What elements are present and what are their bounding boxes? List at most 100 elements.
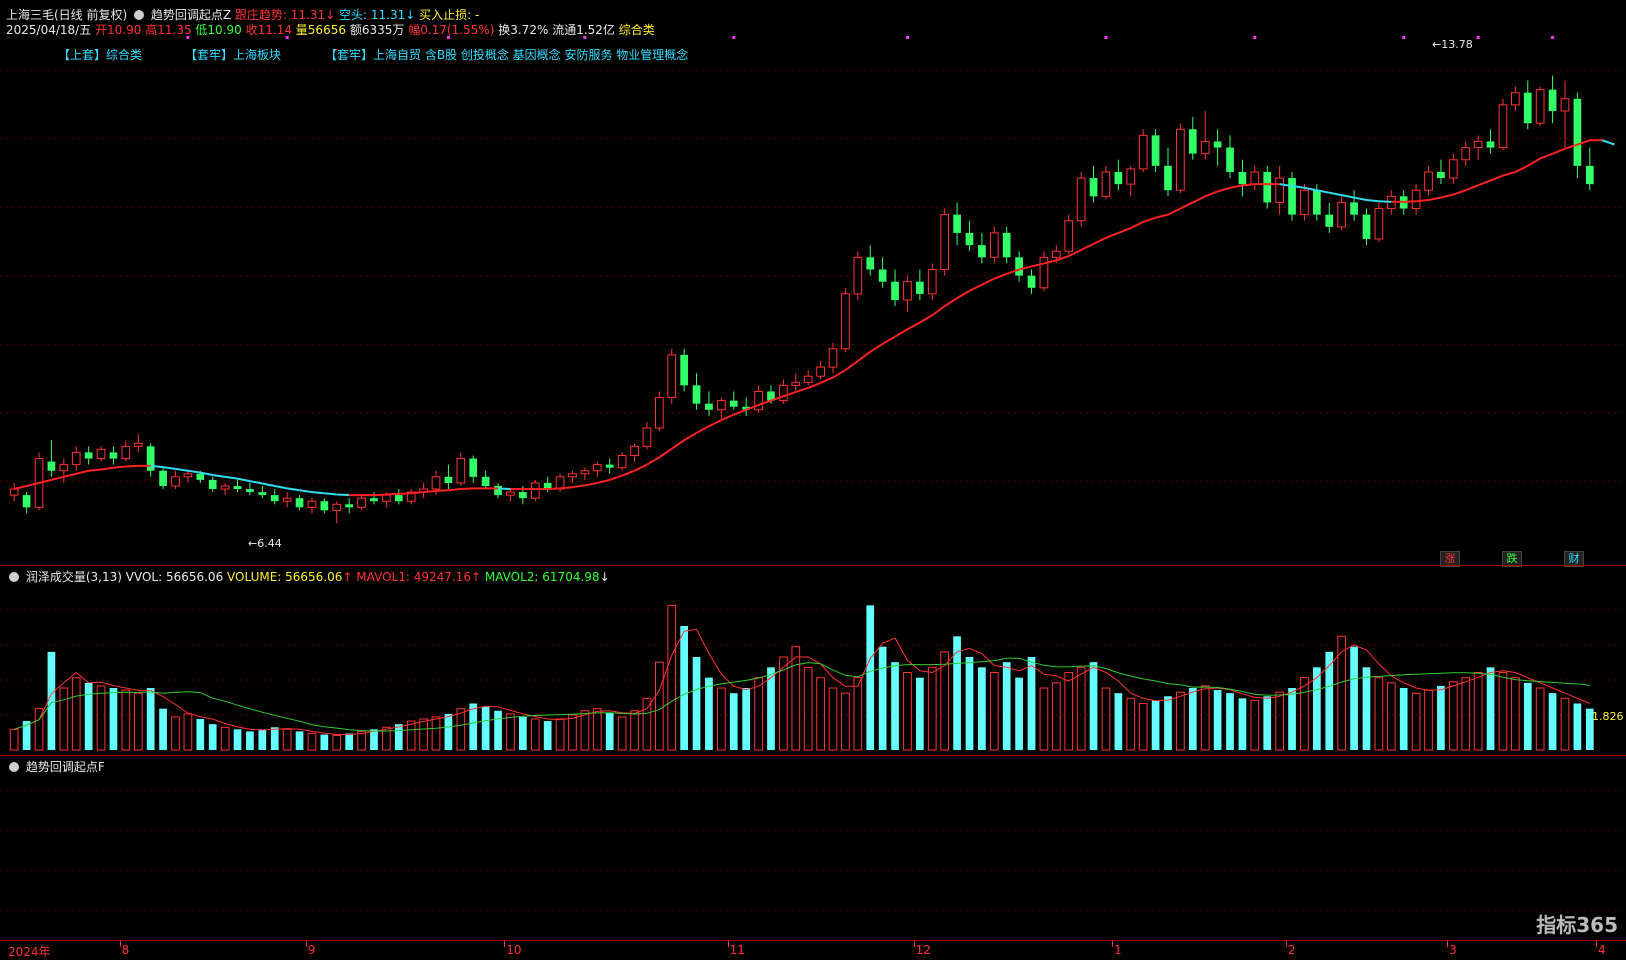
candle-body (1027, 275, 1036, 288)
candle-body (605, 464, 614, 468)
candle-body (654, 397, 664, 429)
candle-body (1560, 98, 1570, 112)
axis-month-label: 3 (1449, 943, 1457, 957)
panel-settings-icon[interactable] (9, 762, 19, 772)
volume-bar (506, 713, 515, 751)
ma-line-segment (175, 467, 189, 472)
candle-body (1585, 165, 1594, 185)
volume-bar (1238, 698, 1247, 750)
ma-line-segment (1080, 243, 1094, 251)
candle-body (456, 458, 466, 484)
ma-line-segment (1353, 196, 1367, 201)
candle-body (469, 458, 478, 477)
candle-body (9, 488, 19, 496)
arrow-down-icon: ↓ (405, 8, 416, 22)
volume-bar (345, 733, 354, 750)
ma-line-segment (1453, 189, 1467, 196)
candle-body (1300, 189, 1309, 216)
ma-line-segment (584, 481, 598, 487)
indicator-name[interactable]: 趋势回调起点Z (151, 8, 231, 22)
volume-bar (295, 731, 304, 750)
volume-bar (1200, 685, 1210, 751)
candle-body (345, 504, 354, 508)
ma-line-segment (844, 360, 859, 371)
stop-loss-label: 买入止损: - (419, 8, 480, 22)
axis-month-label: 10 (506, 943, 522, 957)
volume-chart[interactable] (0, 585, 1626, 755)
volume-bar (1263, 696, 1272, 750)
ma-line-segment (212, 474, 226, 478)
candle-body (1362, 214, 1371, 240)
volume-bar (667, 604, 677, 751)
candle-body (246, 489, 254, 493)
third-indicator-name[interactable]: 趋势回调起点F (26, 760, 105, 774)
ma-line-segment (634, 463, 648, 472)
ma-line-segment (237, 477, 251, 483)
candle-body (853, 256, 863, 295)
candle-body (220, 485, 230, 490)
volume-bar (1548, 693, 1557, 750)
candle-body (680, 354, 688, 386)
candle-body (1461, 147, 1471, 161)
volume-bar (927, 666, 937, 751)
volume-bar (1039, 687, 1049, 751)
volume-bar (71, 677, 81, 751)
axis-tick (1112, 941, 1114, 947)
signal-dot (1551, 36, 1555, 39)
axis-tick (1447, 941, 1449, 947)
volume-bar (1288, 688, 1296, 750)
candle-body (47, 461, 56, 471)
candle-body (208, 479, 217, 490)
ma-line-segment (1217, 186, 1231, 193)
volume-bar (530, 718, 540, 751)
ma-line-segment (311, 491, 325, 495)
candle-body (494, 485, 502, 496)
candle-body (1200, 140, 1210, 155)
volume-bar (1535, 687, 1545, 751)
volume-bar (580, 710, 590, 751)
volume-bar (332, 735, 342, 751)
ma-line-segment (423, 489, 437, 494)
ma-line-segment (1155, 213, 1169, 219)
volume-bar (9, 728, 19, 751)
candle-body (530, 482, 540, 499)
candle-body (1411, 189, 1421, 210)
ma-line-segment (931, 305, 946, 317)
ma-line-segment (733, 408, 747, 416)
volume-bar (692, 657, 701, 750)
ma-line-segment (336, 493, 350, 497)
candle-body (481, 476, 490, 486)
volume-bar (1226, 693, 1234, 750)
low-annotation: ←6.44 (248, 537, 282, 550)
stock-title[interactable]: 上海三毛(日线 前复权) (6, 8, 127, 22)
indicator-settings-icon[interactable] (134, 10, 145, 20)
volume-bar (1386, 682, 1396, 751)
ma-line-segment (671, 439, 685, 450)
volume-bar (1176, 691, 1185, 751)
candle-body (96, 448, 106, 460)
volume-bar (183, 713, 193, 751)
ma-line-segment (274, 484, 288, 490)
arrow-left-icon: ← (1432, 38, 1442, 51)
ma-line-segment (1341, 194, 1355, 199)
candle-body (1498, 104, 1508, 149)
third-panel (0, 789, 1626, 911)
volume-indicator-name[interactable]: 润泽成交量(3,13) (26, 570, 122, 584)
ma-line-segment (720, 413, 735, 422)
candle-body (1486, 141, 1495, 148)
volume-value-label: VOLUME: 56656.06 (227, 570, 343, 584)
ma-line-segment (460, 487, 474, 491)
panel-divider-1 (0, 565, 1626, 566)
axis-tick (913, 941, 915, 947)
ma-line-segment (795, 386, 809, 394)
price-chart[interactable] (0, 30, 1626, 565)
ma-line-segment (1105, 231, 1119, 239)
panel-settings-icon[interactable] (9, 572, 19, 582)
ma-line-segment (324, 492, 337, 496)
volume-bar (891, 662, 899, 750)
ma-line-segment (956, 289, 970, 300)
ma-line-segment (547, 487, 561, 491)
volume-bar (1337, 635, 1347, 751)
arrow-up-icon: ↑ (342, 570, 353, 584)
volume-bar (320, 734, 329, 750)
